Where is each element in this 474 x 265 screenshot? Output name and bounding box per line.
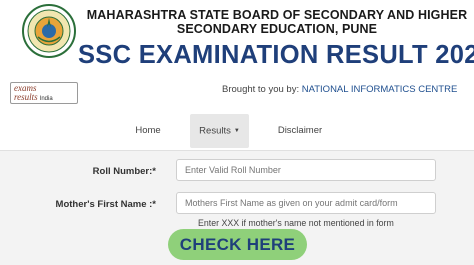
logo-line2: results [14,92,38,102]
board-name-line2: SECONDARY EDUCATION, PUNE [176,22,378,36]
credit-org: NATIONAL INFORMATICS CENTRE [301,84,458,95]
exams-results-logo: exams results India [10,82,78,104]
page-title: SSC EXAMINATION RESULT 2023 [78,41,474,69]
credit-prefix: Brought to you by: [222,84,300,95]
mother-name-hint: Enter XXX if mother's name not mentioned… [198,218,394,228]
board-seal-icon [22,4,76,58]
credit-line: Brought to you by: NATIONAL INFORMATICS … [222,84,457,95]
caret-down-icon: ▼ [233,128,240,134]
roll-number-label: Roll Number:* [92,166,156,177]
navbar: Home Results ▼ Disclaimer [0,114,474,150]
roll-number-input[interactable] [176,159,436,181]
nav-results-dropdown[interactable]: Results ▼ [190,114,249,148]
nav-home-label: Home [135,125,161,136]
board-name: MAHARASHTRA STATE BOARD OF SECONDARY AND… [84,8,470,36]
nav-disclaimer-label: Disclaimer [277,125,323,136]
nav-results-label: Results [199,125,231,137]
check-here-button[interactable]: CHECK HERE [168,229,307,260]
mother-name-input[interactable] [176,192,436,214]
logo-suffix: India [39,96,53,102]
mother-name-label: Mother's First Name :* [55,199,156,210]
nav-home[interactable]: Home [128,114,168,148]
board-name-line1: MAHARASHTRA STATE BOARD OF SECONDARY AND… [86,8,468,22]
nav-disclaimer[interactable]: Disclaimer [270,114,330,148]
